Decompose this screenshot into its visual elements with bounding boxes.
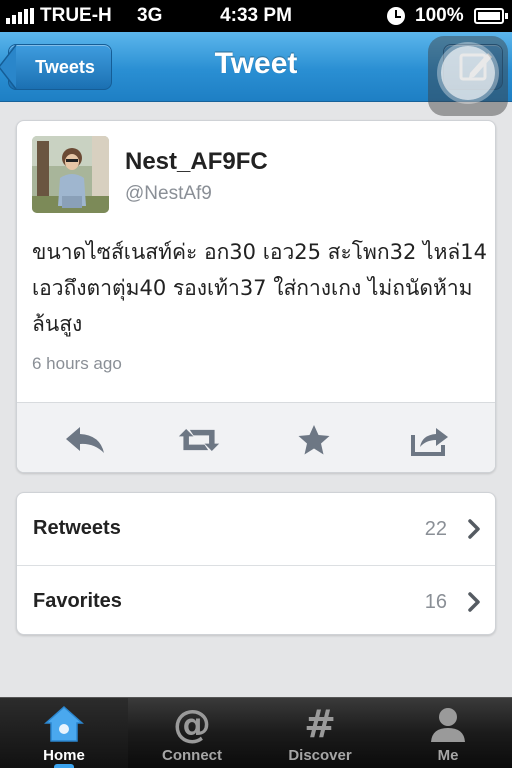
favorites-label: Favorites [33, 590, 122, 612]
orientation-lock-icon [387, 7, 405, 25]
retweets-count: 22 [424, 518, 447, 540]
battery-percentage: 100% [415, 5, 464, 26]
reply-icon [66, 427, 104, 453]
chevron-right-icon [468, 592, 480, 612]
tab-connect-label: Connect [162, 747, 222, 764]
share-button[interactable] [408, 420, 452, 460]
retweet-icon [178, 429, 220, 451]
tab-home-label: Home [43, 747, 85, 764]
retweets-row[interactable]: Retweets 22 [17, 493, 495, 564]
reply-button[interactable] [63, 420, 107, 460]
favorites-row[interactable]: Favorites 16 [17, 565, 495, 634]
tab-bar: Home @ Connect # Discover Me [0, 697, 512, 768]
user-handle: @NestAf9 [125, 183, 212, 204]
tweet-text: ขนาดไซส์เนสท์ค่ะ อก30 เอว25 สะโพก32 ไหล่… [32, 240, 487, 336]
at-icon: @ [173, 702, 211, 746]
navigation-bar: Tweets Tweet [0, 32, 512, 116]
tweet-stats-card: Retweets 22 Favorites 16 [16, 492, 496, 635]
tweet-timestamp: 6 hours ago [32, 354, 122, 373]
avatar[interactable] [32, 136, 109, 213]
assistive-touch-button[interactable] [428, 36, 508, 116]
tab-connect[interactable]: @ Connect [128, 698, 256, 768]
tab-home[interactable]: Home [0, 698, 128, 768]
favorites-count: 16 [424, 591, 447, 613]
active-tab-indicator [54, 764, 74, 768]
chevron-right-icon [468, 519, 480, 539]
tab-me[interactable]: Me [384, 698, 512, 768]
share-icon [411, 428, 448, 456]
tab-me-label: Me [437, 747, 459, 764]
tab-discover-label: Discover [288, 747, 352, 764]
favorite-icon [298, 425, 330, 455]
retweet-button[interactable] [177, 420, 221, 460]
user-display-name[interactable]: Nest_AF9FC [125, 148, 268, 176]
battery-icon [474, 8, 508, 24]
tab-discover[interactable]: # Discover [256, 698, 384, 768]
retweets-label: Retweets [33, 517, 121, 539]
tweet-action-bar [17, 402, 495, 472]
home-icon [44, 705, 84, 743]
person-icon [428, 705, 468, 743]
status-bar: TRUE-H 3G 4:33 PM 100% [0, 0, 512, 32]
favorite-button[interactable] [292, 420, 336, 460]
hash-icon: # [304, 702, 336, 746]
tweet-card: Nest_AF9FC @NestAf9 ขนาดไซส์เนสท์ค่ะ อก3… [16, 120, 496, 473]
